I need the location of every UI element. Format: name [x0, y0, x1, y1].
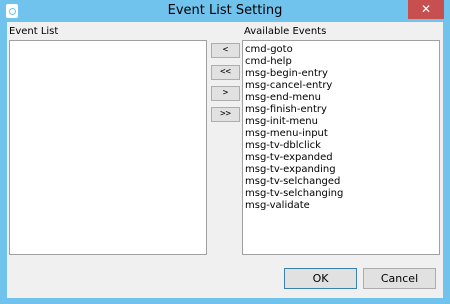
event-list-label: Event List — [9, 26, 59, 37]
list-item[interactable]: cmd-help — [243, 56, 439, 68]
dialog-body: Event List < << > >> Available Events cm… — [7, 22, 443, 298]
list-item[interactable]: cmd-goto — [243, 44, 439, 56]
window-title: Event List Setting — [167, 3, 283, 18]
available-events-label: Available Events — [244, 26, 327, 37]
add-one-button[interactable]: < — [211, 43, 240, 58]
available-events-box[interactable]: cmd-goto cmd-help msg-begin-entry msg-cance… — [242, 40, 440, 255]
list-item[interactable]: msg-tv-dblclick — [243, 140, 439, 152]
ok-button[interactable]: OK — [284, 268, 357, 289]
add-all-button[interactable]: << — [211, 65, 240, 80]
list-item[interactable]: msg-begin-entry — [243, 68, 439, 80]
list-item[interactable]: msg-cancel-entry — [243, 80, 439, 92]
cancel-button[interactable]: Cancel — [363, 268, 436, 289]
list-item[interactable]: msg-menu-input — [243, 128, 439, 140]
list-item[interactable]: msg-init-menu — [243, 116, 439, 128]
list-item[interactable]: msg-finish-entry — [243, 104, 439, 116]
list-item[interactable]: msg-validate — [243, 200, 439, 212]
list-item[interactable]: msg-tv-selchanged — [243, 176, 439, 188]
list-item[interactable]: msg-tv-expanding — [243, 164, 439, 176]
list-item[interactable]: msg-tv-expanded — [243, 152, 439, 164]
event-list-box[interactable] — [9, 40, 207, 255]
close-button[interactable]: ✕ — [408, 0, 444, 19]
event-list-setting-dialog: Event List Setting ✕ Event List < << > >… — [0, 0, 450, 304]
remove-all-button[interactable]: >> — [211, 107, 240, 122]
remove-one-button[interactable]: > — [211, 86, 240, 101]
title-bar[interactable]: Event List Setting ✕ — [0, 0, 450, 22]
list-item[interactable]: msg-end-menu — [243, 92, 439, 104]
list-item[interactable]: msg-tv-selchanging — [243, 188, 439, 200]
